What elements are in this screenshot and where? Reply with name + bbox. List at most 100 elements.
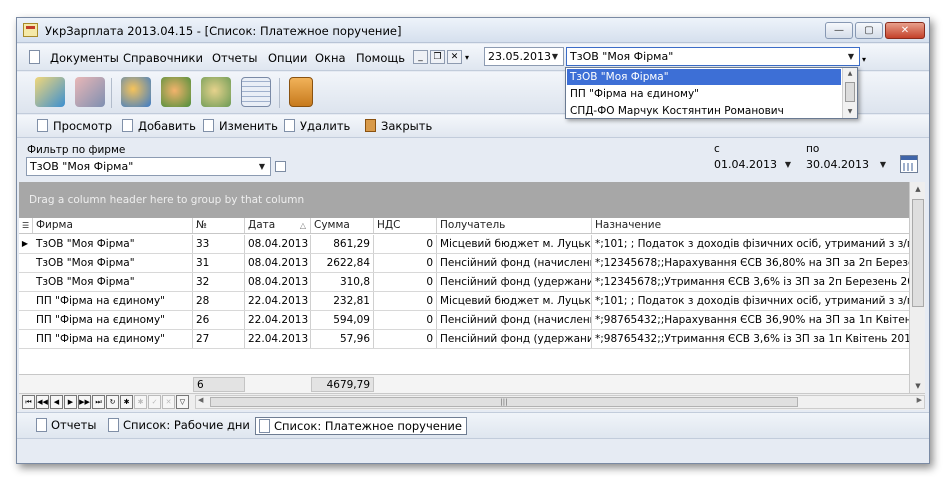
scroll-right-icon[interactable]: ▶: [917, 396, 922, 404]
view-button[interactable]: Просмотр: [37, 119, 112, 133]
row-indicator: [19, 311, 31, 329]
scroll-thumb[interactable]: [912, 199, 924, 307]
add-button[interactable]: Добавить: [122, 119, 196, 133]
scroll-up-icon[interactable]: ▲: [910, 182, 926, 196]
firm-combo[interactable]: ТзОВ "Моя Фірма" ▼: [566, 47, 860, 66]
firm-combo-value: ТзОВ "Моя Фірма": [570, 50, 674, 63]
chevron-down-icon[interactable]: ▼: [549, 48, 561, 65]
employees-icon[interactable]: [121, 77, 151, 107]
date-to-combo[interactable]: 30.04.2013 ▼: [803, 156, 891, 175]
staff-list-icon[interactable]: [75, 77, 105, 107]
users-icon[interactable]: [161, 77, 191, 107]
calendar-edit-icon[interactable]: [241, 77, 271, 107]
cell-recipient: Пенсійний фонд (удержание): [437, 330, 592, 348]
cell-recipient: Пенсійний фонд (удержание): [437, 273, 592, 291]
menu-references[interactable]: Справочники: [123, 51, 203, 65]
tab-working-days[interactable]: Список: Рабочие дни: [105, 417, 254, 435]
column-header-sum[interactable]: Сумма: [311, 218, 374, 233]
cell-date: 08.04.2013: [245, 273, 311, 291]
mdi-restore-button[interactable]: ❐: [430, 50, 445, 64]
scroll-left-icon[interactable]: ◀: [198, 396, 203, 404]
next-page-icon[interactable]: ▶▶: [78, 395, 91, 409]
close-button[interactable]: ✕: [885, 22, 925, 39]
dropdown-option[interactable]: СПД-ФО Марчук Костянтин Романович: [567, 103, 841, 119]
date-from-label: с: [714, 143, 720, 155]
table-row[interactable]: ПП "Фірма на єдиному" 27 22.04.2013 57,96 0 П…: [19, 330, 909, 349]
edit-button[interactable]: Изменить: [203, 119, 278, 133]
calendar-icon[interactable]: [900, 155, 918, 173]
table-row[interactable]: ▶ ТзОВ "Моя Фірма" 33 08.04.2013 861,29 0 Місц…: [19, 235, 909, 254]
next-record-icon[interactable]: ▶: [64, 395, 77, 409]
date-from-combo[interactable]: 01.04.2013 ▼: [711, 156, 796, 175]
cell-number: 32: [193, 273, 245, 291]
scroll-down-icon[interactable]: ▼: [910, 379, 926, 393]
menu-documents[interactable]: Документы: [50, 51, 119, 65]
scroll-thumb[interactable]: [845, 82, 855, 102]
menu-options[interactable]: Опции: [268, 51, 307, 65]
grid-header: ☰ Фирма № Дата △ Сумма НДС Получатель На…: [19, 218, 909, 234]
user-settings-icon[interactable]: [201, 77, 231, 107]
table-row[interactable]: ТзОВ "Моя Фірма" 32 08.04.2013 310,8 0 Пенсій…: [19, 273, 909, 292]
grid-vertical-scrollbar[interactable]: ▲ ▼: [909, 182, 925, 393]
chevron-down-icon[interactable]: ▼: [256, 158, 268, 175]
dropdown-option[interactable]: ПП "Фірма на єдиному": [567, 86, 841, 102]
cell-sum: 594,09: [311, 311, 374, 329]
menu-help[interactable]: Помощь: [356, 51, 405, 65]
toolbar-separator: [279, 78, 280, 108]
firm-filter-combo[interactable]: ТзОВ "Моя Фірма" ▼: [26, 157, 271, 176]
group-by-panel[interactable]: Drag a column header here to group by th…: [19, 182, 909, 218]
exit-door-icon[interactable]: [289, 77, 313, 107]
maximize-button[interactable]: ▢: [855, 22, 883, 39]
chevron-down-icon[interactable]: ▼: [877, 156, 889, 173]
scroll-up-icon[interactable]: ▲: [843, 68, 857, 80]
payroll-card-icon[interactable]: [35, 77, 65, 107]
delete-button[interactable]: Удалить: [284, 119, 350, 133]
firm-filter-checkbox[interactable]: [275, 161, 286, 172]
table-row[interactable]: ТзОВ "Моя Фірма" 31 08.04.2013 2622,84 0 Пенс…: [19, 254, 909, 273]
cell-sum: 310,8: [311, 273, 374, 291]
chevron-down-icon[interactable]: ▾: [465, 53, 469, 62]
column-header-date[interactable]: Дата △: [245, 218, 311, 233]
close-list-button[interactable]: Закрыть: [365, 119, 432, 133]
horizontal-scroll-thumb[interactable]: |||: [210, 397, 798, 407]
dropdown-scrollbar[interactable]: ▲ ▼: [842, 68, 857, 118]
dropdown-option[interactable]: ТзОВ "Моя Фірма": [567, 69, 841, 85]
column-header-number[interactable]: №: [193, 218, 245, 233]
mdi-close-button[interactable]: ✕: [447, 50, 462, 64]
grid-horizontal-scrollbar[interactable]: ◀ ||| ▶: [195, 395, 925, 409]
tab-payment-order[interactable]: Список: Платежное поручение: [255, 417, 467, 435]
last-page-icon[interactable]: ⏭: [92, 395, 105, 409]
chevron-down-icon[interactable]: ▼: [845, 48, 857, 65]
first-page-icon[interactable]: ⏮: [22, 395, 35, 409]
table-row[interactable]: ПП "Фірма на єдиному" 26 22.04.2013 594,09 0…: [19, 311, 909, 330]
prev-record-icon[interactable]: ◀: [50, 395, 63, 409]
column-header-recipient[interactable]: Получатель: [437, 218, 592, 233]
column-chooser-icon[interactable]: ☰: [19, 218, 33, 233]
confirm-icon: ✓: [148, 395, 161, 409]
menu-reports[interactable]: Отчеты: [212, 51, 257, 65]
prev-page-icon[interactable]: ◀◀: [36, 395, 49, 409]
mdi-tab-bar: Отчеты Список: Рабочие дни Список: Плате…: [17, 412, 929, 438]
cell-vat: 0: [374, 292, 437, 310]
scroll-down-icon[interactable]: ▼: [843, 106, 857, 118]
table-row[interactable]: ПП "Фірма на єдиному" 28 22.04.2013 232,81 0…: [19, 292, 909, 311]
filter-panel: Фильтр по фирме ТзОВ "Моя Фірма" ▼ с 01.…: [17, 139, 929, 182]
tab-reports[interactable]: Отчеты: [33, 417, 100, 435]
filter-icon[interactable]: ▽: [176, 395, 189, 409]
date-combo[interactable]: 23.05.2013 ▼: [484, 47, 564, 66]
firm-dropdown-list: ТзОВ "Моя Фірма" ПП "Фірма на єдиному" СПД…: [565, 67, 858, 119]
date-combo-value: 23.05.2013: [488, 50, 551, 63]
insert-record-icon[interactable]: ✱: [120, 395, 133, 409]
chevron-down-icon[interactable]: ▾: [862, 55, 866, 64]
cell-sum: 861,29: [311, 235, 374, 253]
menu-windows[interactable]: Окна: [315, 51, 346, 65]
minimize-button[interactable]: —: [825, 22, 853, 39]
chevron-down-icon[interactable]: ▼: [782, 156, 794, 173]
column-header-firm[interactable]: Фирма: [33, 218, 193, 233]
mdi-minimize-button[interactable]: _: [413, 50, 428, 64]
refresh-icon[interactable]: ↻: [106, 395, 119, 409]
cell-firm: ПП "Фірма на єдиному": [33, 292, 193, 310]
column-header-purpose[interactable]: Назначение: [592, 218, 909, 233]
cell-vat: 0: [374, 235, 437, 253]
column-header-vat[interactable]: НДС: [374, 218, 437, 233]
